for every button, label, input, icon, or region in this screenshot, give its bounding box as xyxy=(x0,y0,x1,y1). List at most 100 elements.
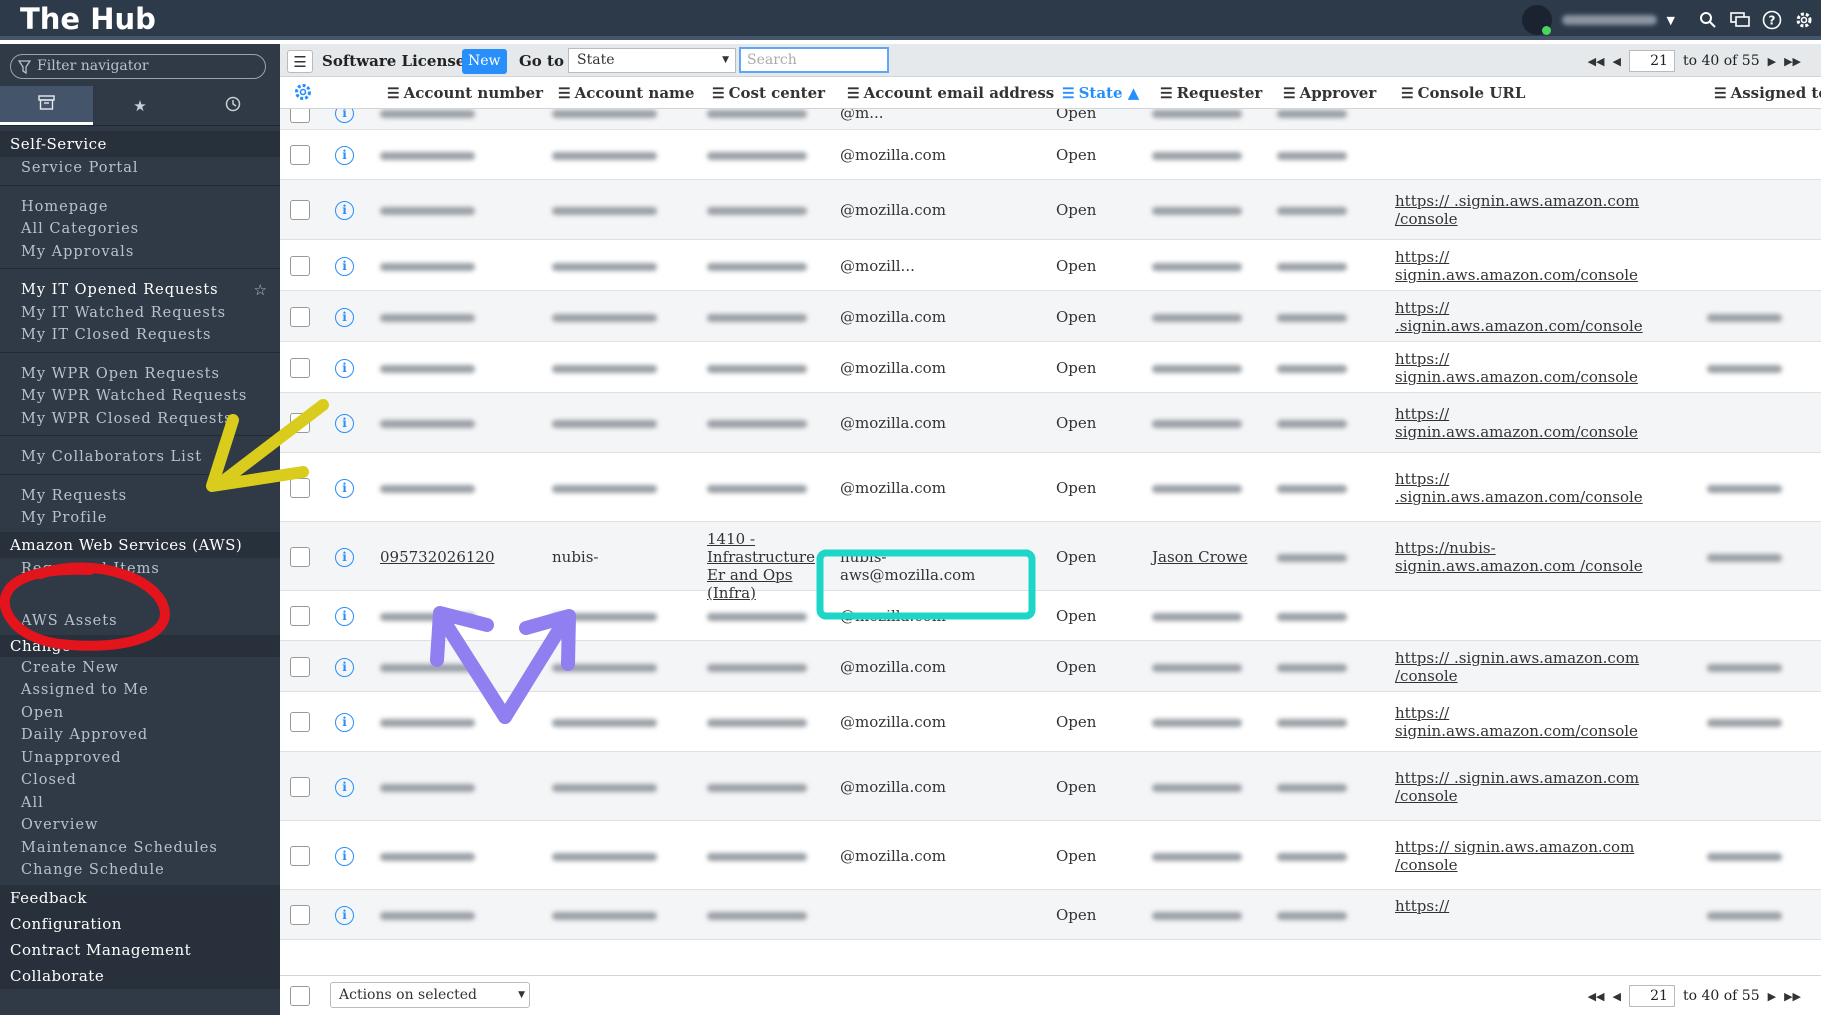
requester-link[interactable] xyxy=(1152,479,1242,497)
cost-center-link[interactable] xyxy=(707,257,807,275)
table-row[interactable]: i @mozilla.com Open https:// signin.aws.ama… xyxy=(280,821,1821,890)
assigned-to-link[interactable] xyxy=(1707,479,1782,497)
row-checkbox[interactable] xyxy=(290,306,310,327)
requester-link[interactable] xyxy=(1152,201,1242,219)
requester-link[interactable] xyxy=(1152,778,1242,796)
app-title[interactable]: The Hub xyxy=(20,2,156,36)
nav-item-my-collaborators[interactable]: My Collaborators List xyxy=(0,446,280,469)
row-checkbox[interactable] xyxy=(290,546,310,567)
nav-item-change-schedule[interactable]: Change Schedule xyxy=(0,859,280,882)
tab-history[interactable] xyxy=(187,86,280,125)
cost-center-link[interactable] xyxy=(707,847,807,865)
account-number-link[interactable] xyxy=(380,308,475,326)
row-checkbox[interactable] xyxy=(290,845,310,866)
nav-item-my-requests[interactable]: My Requests xyxy=(0,485,280,508)
table-row[interactable]: i @mozilla.com Open https:// .signin.aws.am… xyxy=(280,180,1821,240)
col-state[interactable]: ☰ State ▲ xyxy=(1062,84,1139,102)
column-menu-icon[interactable]: ☰ xyxy=(1401,86,1414,102)
assigned-to-link[interactable] xyxy=(1707,906,1782,924)
assigned-to-link[interactable] xyxy=(1707,308,1782,326)
info-icon[interactable]: i xyxy=(335,478,354,498)
row-checkbox[interactable] xyxy=(290,656,310,677)
approver-link[interactable] xyxy=(1277,146,1347,164)
requester-link[interactable] xyxy=(1152,906,1242,924)
tab-all-apps[interactable] xyxy=(0,86,94,125)
nav-item-aws-assets[interactable]: AWS Assets xyxy=(0,610,280,633)
console-url-link[interactable]: https:// .signin.aws.amazon.com /console xyxy=(1395,192,1670,228)
next-page-icon[interactable]: ▶ xyxy=(1768,990,1776,1003)
row-checkbox[interactable] xyxy=(290,477,310,498)
console-url-link[interactable]: https:// xyxy=(1395,897,1670,915)
row-checkbox[interactable] xyxy=(290,109,310,123)
tab-favorites[interactable]: ★ xyxy=(93,86,186,125)
requester-link[interactable] xyxy=(1152,607,1242,625)
cost-center-link[interactable] xyxy=(707,479,807,497)
approver-link[interactable] xyxy=(1277,479,1347,497)
avatar[interactable] xyxy=(1521,5,1552,35)
column-menu-icon[interactable]: ☰ xyxy=(387,86,400,102)
cost-center-link[interactable] xyxy=(707,308,807,326)
table-row[interactable]: i 095732026120 nubis- 1410 - Infrastructure… xyxy=(280,522,1821,602)
nav-item-all-categories[interactable]: All Categories xyxy=(0,218,280,241)
account-number-link[interactable] xyxy=(380,257,475,275)
chevron-down-icon[interactable]: ▼ xyxy=(1667,14,1675,27)
row-checkbox[interactable] xyxy=(290,357,310,378)
requester-link[interactable]: Jason Crowe xyxy=(1152,548,1248,566)
row-checkbox[interactable] xyxy=(290,606,310,626)
approver-link[interactable] xyxy=(1277,201,1347,219)
select-all-checkbox[interactable] xyxy=(290,986,310,1006)
account-number-link[interactable] xyxy=(380,713,475,731)
console-url-link[interactable]: https:// signin.aws.amazon.com/console xyxy=(1395,405,1670,441)
console-url-link[interactable]: https://nubis- signin.aws.amazon.com /co… xyxy=(1395,539,1670,575)
approver-link[interactable] xyxy=(1277,713,1347,731)
nav-item-my-it-opened[interactable]: My IT Opened Requests ☆ xyxy=(0,279,280,302)
row-checkbox[interactable] xyxy=(290,200,310,220)
console-url-link[interactable]: https:// .signin.aws.amazon.com/console xyxy=(1395,470,1670,506)
first-page-icon[interactable]: ◀◀ xyxy=(1588,990,1605,1003)
info-icon[interactable]: i xyxy=(335,713,354,732)
cost-center-link[interactable] xyxy=(707,201,807,219)
account-number-link[interactable] xyxy=(380,146,475,164)
actions-select[interactable]: Actions on selected rows... ▼ xyxy=(330,982,530,1015)
prev-page-icon[interactable]: ◀ xyxy=(1612,990,1620,1003)
approver-link[interactable] xyxy=(1277,847,1347,865)
requester-link[interactable] xyxy=(1152,308,1242,326)
nav-item-service-portal[interactable]: Service Portal xyxy=(0,157,280,180)
approver-link[interactable] xyxy=(1277,257,1347,275)
approver-link[interactable] xyxy=(1277,778,1347,796)
account-number-link[interactable] xyxy=(380,359,475,377)
account-number-link[interactable] xyxy=(380,906,475,924)
account-number-link[interactable]: 095732026120 xyxy=(380,548,495,566)
nav-item-my-it-watched[interactable]: My IT Watched Requests xyxy=(0,302,280,325)
account-number-link[interactable] xyxy=(380,414,475,432)
goto-field-select[interactable]: State ▼ xyxy=(568,48,736,73)
requester-link[interactable] xyxy=(1152,359,1242,377)
info-icon[interactable]: i xyxy=(335,846,354,866)
col-console-url[interactable]: ☰ Console URL xyxy=(1401,84,1525,102)
cost-center-link[interactable] xyxy=(707,146,807,164)
col-requester[interactable]: ☰ Requester xyxy=(1160,84,1262,102)
info-icon[interactable]: i xyxy=(335,777,354,797)
nav-item-unapproved[interactable]: Unapproved xyxy=(0,747,280,770)
nav-section-change[interactable]: Change xyxy=(0,634,280,657)
list-menu-button[interactable]: ☰ xyxy=(287,50,313,73)
last-page-icon[interactable]: ▶▶ xyxy=(1784,990,1801,1003)
table-row[interactable]: i @mozilla.com Open https:// signin.aws.ama… xyxy=(280,393,1821,453)
nav-section-feedback[interactable]: Feedback xyxy=(0,884,280,911)
col-cost-center[interactable]: ☰ Cost center xyxy=(712,84,825,102)
col-account-name[interactable]: ☰ Account name xyxy=(558,84,694,102)
account-number-link[interactable] xyxy=(380,109,475,122)
account-number-link[interactable] xyxy=(380,778,475,796)
column-menu-icon[interactable]: ☰ xyxy=(1062,86,1075,102)
next-page-icon[interactable]: ▶ xyxy=(1768,55,1776,68)
nav-item-my-approvals[interactable]: My Approvals xyxy=(0,241,280,264)
cost-center-link[interactable] xyxy=(707,414,807,432)
requester-link[interactable] xyxy=(1152,109,1242,122)
info-icon[interactable]: i xyxy=(335,201,354,220)
approver-link[interactable] xyxy=(1277,548,1347,566)
cost-center-link[interactable] xyxy=(707,778,807,796)
info-icon[interactable]: i xyxy=(335,607,354,626)
user-name-redacted[interactable] xyxy=(1561,15,1657,25)
nav-item-my-wpr-watched[interactable]: My WPR Watched Requests xyxy=(0,385,280,408)
table-row[interactable]: i Open https:// xyxy=(280,890,1821,940)
